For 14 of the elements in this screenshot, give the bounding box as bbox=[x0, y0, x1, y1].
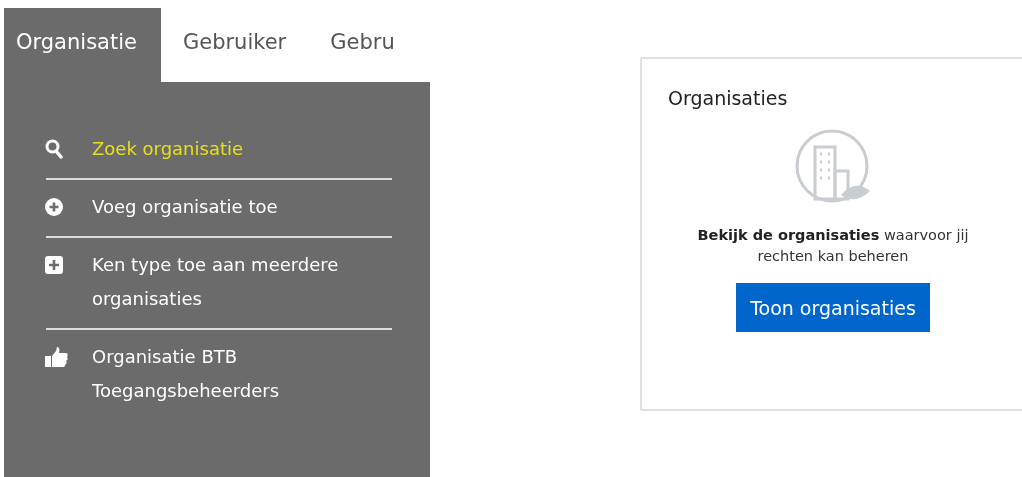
plus-square-icon bbox=[45, 256, 63, 274]
card-title: Organisaties bbox=[668, 87, 789, 109]
show-organisations-button[interactable]: Toon organisaties bbox=[736, 283, 930, 332]
card-description: Bekijk de organisaties waarvoor jij rechten kan beheren bbox=[696, 226, 970, 266]
menu-item[interactable]: Organisatie BTB Toegangsbeheerders bbox=[42, 330, 392, 420]
tab[interactable]: Gebru bbox=[308, 8, 417, 82]
plus-circle-icon bbox=[45, 198, 63, 216]
menu-item[interactable]: Voeg organisatie toe bbox=[42, 180, 392, 236]
tab[interactable]: Gebruiker bbox=[160, 8, 309, 82]
tab[interactable]: Organisatie bbox=[4, 8, 161, 82]
thumbs-up-icon bbox=[45, 347, 69, 367]
menu-item[interactable]: Ken type toe aan meerdere organisaties bbox=[42, 238, 392, 328]
search-icon bbox=[45, 139, 63, 159]
menu-item[interactable]: Zoek organisatie bbox=[42, 122, 392, 178]
